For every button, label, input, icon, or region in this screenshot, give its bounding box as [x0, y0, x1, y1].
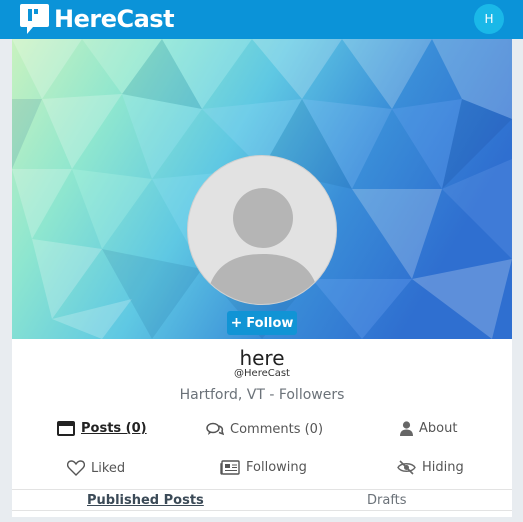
follow-button[interactable]: + Follow [227, 311, 297, 335]
tab-comments-label: Comments (0) [230, 422, 324, 437]
user-avatar[interactable]: H [474, 4, 504, 34]
plus-icon: + [230, 315, 243, 331]
follow-button-label: Follow [246, 315, 294, 331]
heart-icon [67, 460, 85, 476]
top-navbar: HereCast H [0, 0, 523, 39]
profile-location-followers: Hartford, VT - Followers [179, 387, 345, 403]
subtab-published-posts[interactable]: Published Posts [87, 493, 204, 508]
tab-posts-label: Posts (0) [81, 421, 147, 436]
subtab-drafts[interactable]: Drafts [367, 493, 407, 508]
post-subtabs: Published Posts Drafts [12, 489, 512, 511]
profile-handle: @HereCast [234, 368, 290, 379]
tab-hiding[interactable]: Hiding [397, 460, 464, 475]
window-icon [57, 421, 75, 436]
tab-comments[interactable]: Comments (0) [206, 422, 323, 437]
chat-bubble-logo-icon [20, 3, 49, 35]
profile-card: + Follow here @HereCast Hartford, VT - F… [12, 39, 512, 517]
tab-about-label: About [419, 421, 458, 436]
comments-icon [206, 422, 224, 437]
tab-following-label: Following [246, 460, 307, 475]
herecast-logo[interactable]: HereCast [20, 3, 175, 35]
tab-posts[interactable]: Posts (0) [57, 421, 147, 436]
newspaper-icon [220, 460, 240, 475]
profile-avatar [187, 155, 337, 305]
tab-liked[interactable]: Liked [67, 460, 125, 476]
eye-slash-icon [397, 460, 416, 475]
user-icon [400, 421, 413, 436]
tab-following[interactable]: Following [220, 460, 307, 475]
tab-about[interactable]: About [400, 421, 457, 436]
app-name: HereCast [54, 5, 175, 33]
tab-liked-label: Liked [91, 460, 126, 476]
profile-name: here [239, 346, 285, 370]
tab-hiding-label: Hiding [422, 460, 464, 475]
